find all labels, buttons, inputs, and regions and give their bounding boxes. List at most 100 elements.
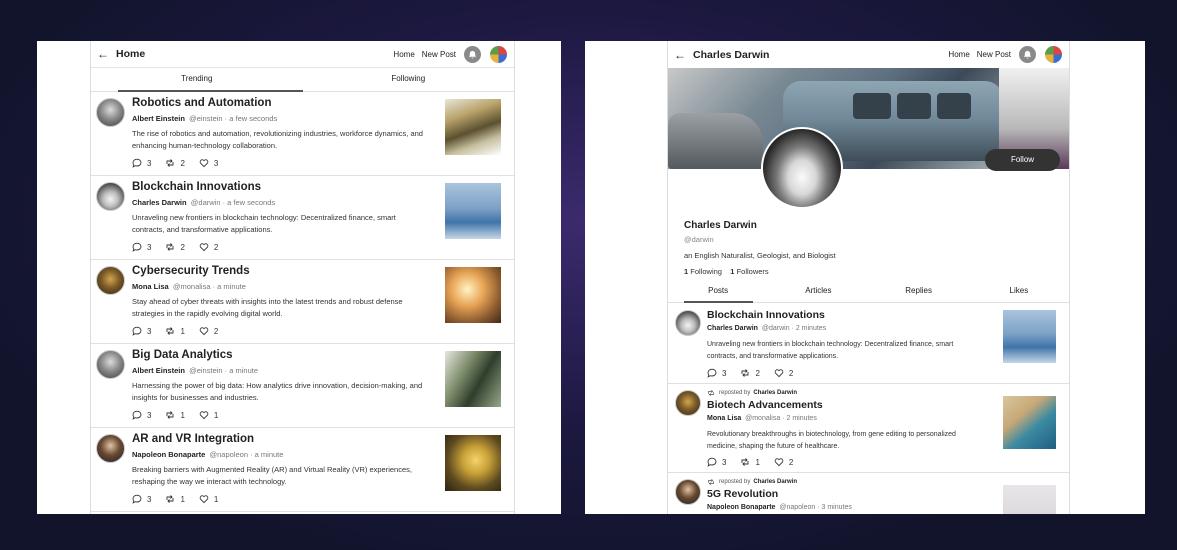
heart-icon [199, 243, 209, 252]
like-button[interactable]: 3 [199, 158, 218, 168]
author-name[interactable]: Napoleon Bonaparte [132, 450, 205, 459]
repost-button[interactable]: 1 [165, 326, 185, 336]
post-title[interactable]: Biotech Advancements [707, 399, 823, 411]
author-name[interactable]: Mona Lisa [707, 415, 741, 422]
notifications-bell-icon[interactable] [464, 45, 481, 63]
user-avatar[interactable] [1045, 46, 1062, 63]
post-title[interactable]: Big Data Analytics [132, 349, 233, 361]
comment-button[interactable]: 3 [707, 457, 726, 467]
post-title[interactable]: Robotics and Automation [132, 97, 271, 109]
post-body: Breaking barriers with Augmented Reality… [132, 465, 412, 486]
post-title[interactable]: Cybersecurity Trends [132, 265, 250, 277]
followers-link[interactable]: 1 Followers [730, 267, 768, 276]
post-title[interactable]: AR and VR Integration [132, 433, 254, 445]
comment-button[interactable]: 3 [132, 158, 151, 168]
profile-post[interactable]: reposted by Charles Darwin Biotech Advanc… [668, 384, 1069, 473]
follow-button[interactable]: Follow [985, 149, 1060, 171]
post-title[interactable]: Blockchain Innovations [707, 309, 825, 321]
like-button[interactable]: 2 [774, 368, 793, 378]
post-title[interactable]: Blockchain Innovations [132, 181, 261, 193]
comment-button[interactable]: 3 [132, 410, 151, 420]
comment-button[interactable]: 3 [132, 242, 151, 252]
back-arrow-icon[interactable]: ← [97, 47, 109, 61]
nav-new-post-link[interactable]: New Post [422, 50, 456, 59]
post-thumbnail[interactable] [445, 183, 501, 239]
post-actions: 3 2 3 [132, 158, 232, 168]
tab-posts[interactable]: Posts [668, 280, 768, 303]
nav-home-link[interactable]: Home [393, 50, 414, 59]
author-avatar[interactable] [96, 350, 125, 379]
post-thumbnail[interactable] [1003, 485, 1056, 514]
feed-post[interactable]: Big Data Analytics Albert Einstein @eins… [91, 344, 514, 428]
author-avatar[interactable] [96, 266, 125, 295]
post-thumbnail[interactable] [445, 351, 501, 407]
following-link[interactable]: 1 Following [684, 267, 722, 276]
tab-likes[interactable]: Likes [969, 280, 1069, 302]
nav-new-post-link[interactable]: New Post [977, 50, 1011, 59]
comment-icon [132, 242, 142, 252]
author-avatar[interactable] [96, 98, 125, 127]
like-button[interactable]: 2 [199, 326, 218, 336]
repost-icon [167, 159, 174, 167]
author-avatar[interactable] [96, 434, 125, 463]
back-arrow-icon[interactable]: ← [674, 48, 686, 62]
tab-following[interactable]: Following [303, 68, 515, 91]
tab-trending[interactable]: Trending [91, 68, 303, 92]
repost-button[interactable]: 1 [165, 410, 185, 420]
like-button[interactable]: 1 [199, 494, 218, 504]
repost-button[interactable]: 2 [740, 368, 760, 378]
profile-window: ← Charles Darwin Home New Post Follow Ch… [585, 41, 1145, 514]
repost-button[interactable]: 2 [165, 242, 185, 252]
post-meta: Mona Lisa @monalisa · a minute [132, 282, 246, 291]
post-time: · 3 minutes [817, 504, 852, 511]
repost-button[interactable]: 1 [165, 494, 185, 504]
profile-name: Charles Darwin [684, 220, 757, 231]
repost-button[interactable]: 1 [740, 457, 760, 467]
repost-button[interactable]: 2 [165, 158, 185, 168]
post-title[interactable]: 5G Revolution [707, 488, 778, 500]
reposted-by-name[interactable]: Charles Darwin [753, 390, 797, 396]
repost-count: 1 [180, 326, 185, 336]
profile-avatar[interactable] [761, 127, 843, 209]
reposted-by-name[interactable]: Charles Darwin [753, 479, 797, 485]
post-thumbnail[interactable] [1003, 396, 1056, 449]
post-time: · a minute [212, 282, 246, 291]
author-avatar[interactable] [96, 182, 125, 211]
comment-icon [707, 457, 717, 467]
tab-replies[interactable]: Replies [869, 280, 969, 302]
profile-post[interactable]: reposted by Charles Darwin 5G Revolution … [668, 473, 1069, 514]
author-name[interactable]: Napoleon Bonaparte [707, 504, 775, 511]
post-thumbnail[interactable] [445, 267, 501, 323]
author-handle: @monalisa [172, 282, 211, 291]
post-thumbnail[interactable] [445, 99, 501, 155]
feed-post[interactable]: Robotics and Automation Albert Einstein … [91, 92, 514, 176]
author-name[interactable]: Charles Darwin [707, 325, 758, 332]
feed-post[interactable]: AR and VR Integration Napoleon Bonaparte… [91, 428, 514, 512]
profile-post[interactable]: Blockchain Innovations Charles Darwin @d… [668, 304, 1069, 384]
author-avatar[interactable] [675, 310, 701, 336]
author-avatar[interactable] [675, 479, 701, 505]
tab-articles[interactable]: Articles [768, 280, 868, 302]
author-name[interactable]: Mona Lisa [132, 282, 169, 291]
author-name[interactable]: Albert Einstein [132, 114, 185, 123]
like-button[interactable]: 1 [199, 410, 218, 420]
reposted-by-label: reposted by [719, 479, 751, 485]
comment-button[interactable]: 3 [132, 326, 151, 336]
nav-home-link[interactable]: Home [948, 50, 969, 59]
author-name[interactable]: Charles Darwin [132, 198, 187, 207]
post-thumbnail[interactable] [445, 435, 501, 491]
user-avatar[interactable] [490, 45, 507, 63]
post-meta: Albert Einstein @einstein · a few second… [132, 114, 277, 123]
author-avatar[interactable] [675, 390, 701, 416]
comment-button[interactable]: 3 [132, 494, 151, 504]
author-name[interactable]: Albert Einstein [132, 366, 185, 375]
notifications-bell-icon[interactable] [1019, 46, 1036, 63]
like-button[interactable]: 2 [774, 457, 793, 467]
post-thumbnail[interactable] [1003, 310, 1056, 363]
banner-car [668, 113, 763, 169]
feed-post[interactable]: Cybersecurity Trends Mona Lisa @monalisa… [91, 260, 514, 344]
comment-button[interactable]: 3 [707, 368, 726, 378]
like-button[interactable]: 2 [199, 242, 218, 252]
feed-post[interactable]: Blockchain Innovations Charles Darwin @d… [91, 176, 514, 260]
comment-count: 3 [147, 326, 152, 336]
